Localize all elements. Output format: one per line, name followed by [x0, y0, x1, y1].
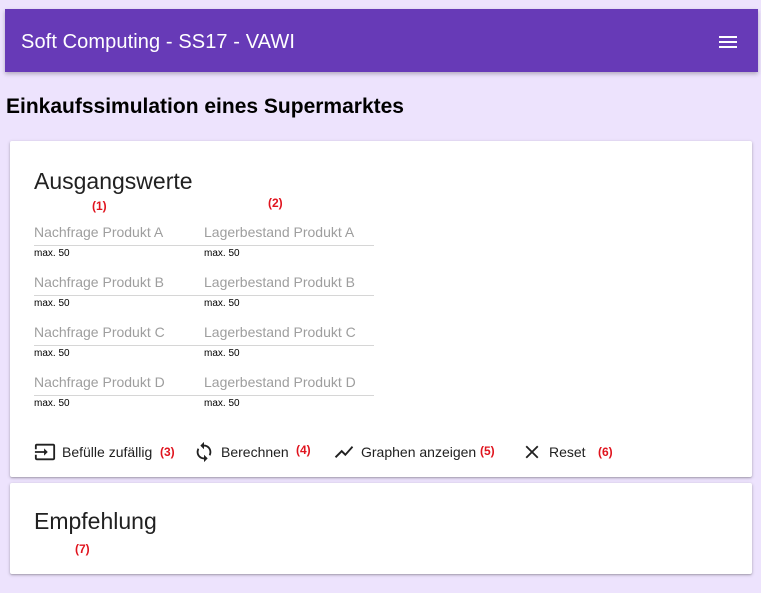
- empfehlung-card: Empfehlung (7): [10, 483, 752, 574]
- app-title: Soft Computing - SS17 - VAWI: [21, 31, 296, 53]
- lagerbestand-c-field[interactable]: Lagerbestand Produkt C max. 50: [204, 324, 374, 364]
- lagerbestand-a-hint: max. 50: [204, 248, 240, 259]
- fill-random-button[interactable]: Befülle zufällig: [34, 441, 152, 463]
- nachfrage-c-hint: max. 50: [34, 348, 70, 359]
- calculate-button[interactable]: Berechnen: [193, 441, 289, 463]
- ausgangswerte-title: Ausgangswerte: [34, 168, 193, 194]
- nachfrage-a-field[interactable]: Nachfrage Produkt A max. 50: [34, 224, 204, 264]
- nachfrage-b-hint: max. 50: [34, 298, 70, 309]
- calculate-label: Berechnen: [221, 444, 289, 460]
- nachfrage-c-field[interactable]: Nachfrage Produkt C max. 50: [34, 324, 204, 364]
- app-toolbar: Soft Computing - SS17 - VAWI: [5, 9, 758, 72]
- nachfrage-b-placeholder: Nachfrage Produkt B: [34, 274, 164, 290]
- show-graphs-label: Graphen anzeigen: [361, 444, 477, 460]
- empfehlung-title: Empfehlung: [34, 508, 157, 534]
- show-graphs-button[interactable]: Graphen anzeigen: [333, 441, 476, 463]
- trending-icon: [334, 446, 354, 458]
- annotation-marker-1: (1): [92, 199, 107, 213]
- lagerbestand-b-hint: max. 50: [204, 298, 240, 309]
- menu-icon[interactable]: [717, 33, 739, 51]
- lagerbestand-d-field[interactable]: Lagerbestand Produkt D max. 50: [204, 374, 374, 414]
- lagerbestand-a-field[interactable]: Lagerbestand Produkt A max. 50: [204, 224, 374, 264]
- reset-label: Reset: [549, 444, 586, 460]
- sync-icon: [196, 441, 212, 463]
- annotation-marker-4: (4): [296, 443, 311, 457]
- lagerbestand-d-hint: max. 50: [204, 398, 240, 409]
- input-icon: [34, 443, 56, 461]
- lagerbestand-d-placeholder: Lagerbestand Produkt D: [204, 374, 356, 390]
- annotation-marker-6: (6): [598, 445, 613, 459]
- nachfrage-a-placeholder: Nachfrage Produkt A: [34, 224, 164, 240]
- lagerbestand-c-hint: max. 50: [204, 348, 240, 359]
- nachfrage-a-hint: max. 50: [34, 248, 70, 259]
- ausgangswerte-card: Ausgangswerte (1) (2) Nachfrage Produkt …: [10, 141, 752, 477]
- nachfrage-d-hint: max. 50: [34, 398, 70, 409]
- annotation-marker-7: (7): [75, 542, 90, 556]
- nachfrage-c-placeholder: Nachfrage Produkt C: [34, 324, 165, 340]
- lagerbestand-b-placeholder: Lagerbestand Produkt B: [204, 274, 355, 290]
- nachfrage-b-field[interactable]: Nachfrage Produkt B max. 50: [34, 274, 204, 314]
- nachfrage-d-placeholder: Nachfrage Produkt D: [34, 374, 165, 390]
- annotation-marker-2: (2): [268, 196, 283, 210]
- annotation-marker-5: (5): [480, 444, 495, 458]
- lagerbestand-c-placeholder: Lagerbestand Produkt C: [204, 324, 356, 340]
- fill-random-label: Befülle zufällig: [62, 444, 153, 460]
- nachfrage-d-field[interactable]: Nachfrage Produkt D max. 50: [34, 374, 204, 414]
- page-title: Einkaufssimulation eines Supermarktes: [6, 95, 404, 118]
- lagerbestand-a-placeholder: Lagerbestand Produkt A: [204, 224, 355, 240]
- lagerbestand-b-field[interactable]: Lagerbestand Produkt B max. 50: [204, 274, 374, 314]
- close-icon: [525, 445, 539, 459]
- reset-button[interactable]: Reset: [521, 441, 586, 463]
- annotation-marker-3: (3): [160, 445, 175, 459]
